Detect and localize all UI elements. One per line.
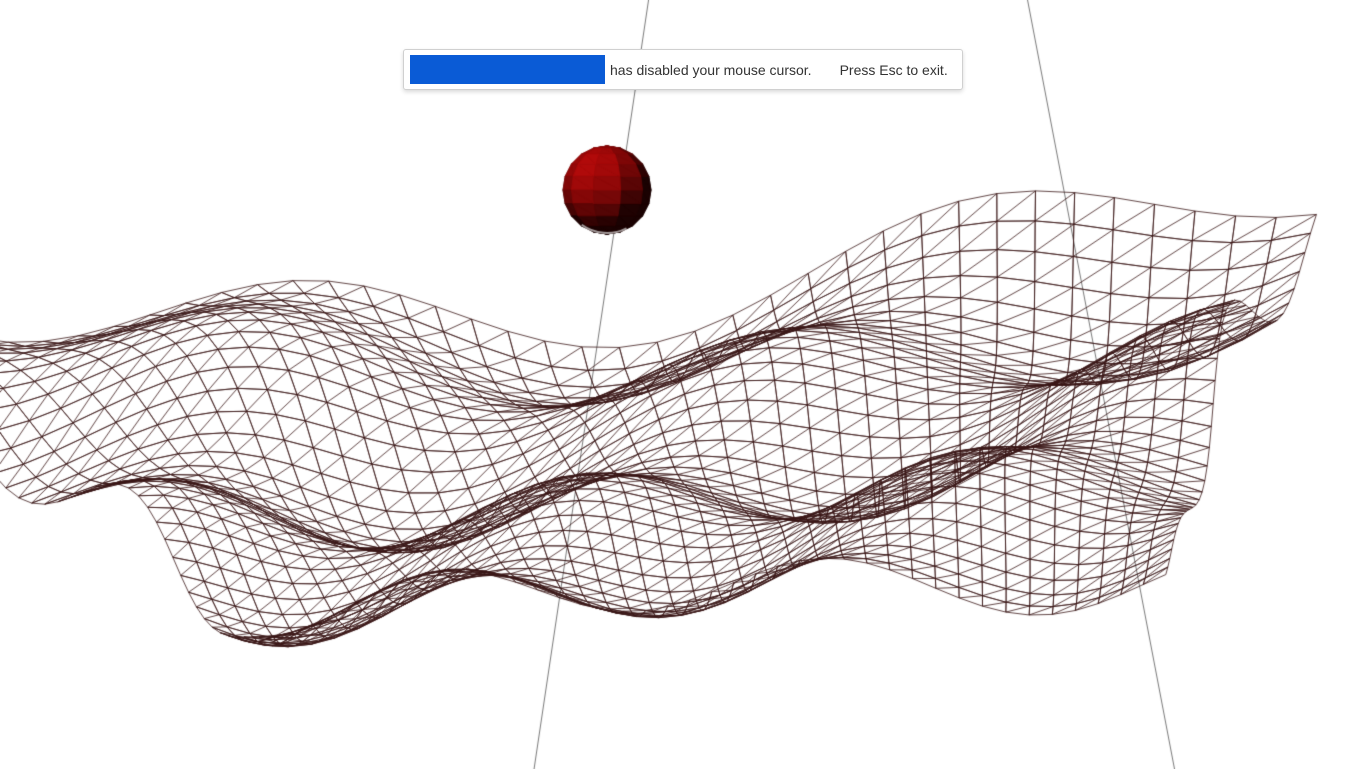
- pointer-lock-hint: Press Esc to exit.: [840, 62, 948, 78]
- pointer-lock-notice: has disabled your mouse cursor. Press Es…: [403, 49, 963, 90]
- pointer-lock-message: has disabled your mouse cursor.: [610, 62, 812, 78]
- webgl-canvas[interactable]: [0, 0, 1366, 769]
- origin-highlight: [410, 55, 605, 84]
